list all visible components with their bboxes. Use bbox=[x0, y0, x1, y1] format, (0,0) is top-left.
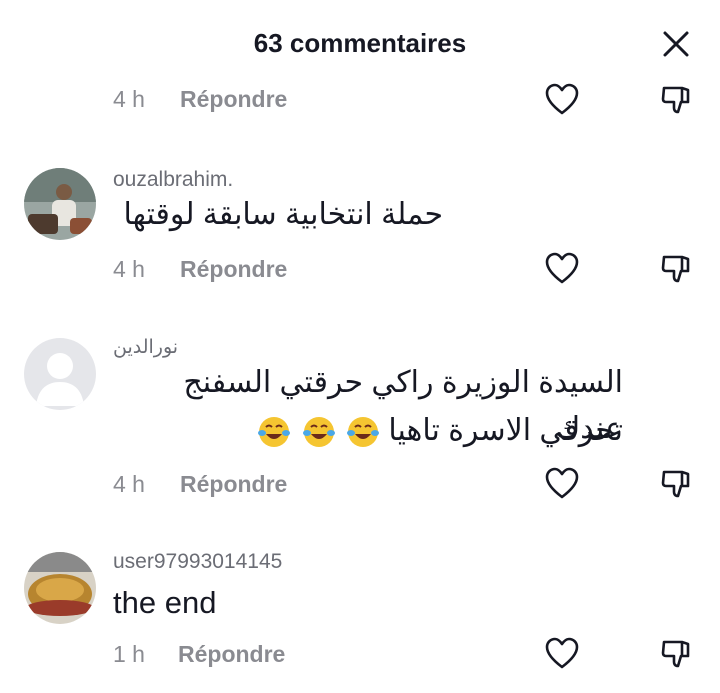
heart-outline-icon[interactable] bbox=[544, 82, 580, 116]
comment-text-line-2: تحرقي الاسرة تاهيا 😂😂😂 bbox=[113, 408, 623, 454]
comments-header: 63 commentaires bbox=[0, 0, 720, 80]
comments-count-title: 63 commentaires bbox=[253, 28, 467, 58]
reply-button[interactable]: Répondre bbox=[178, 641, 285, 668]
avatar[interactable] bbox=[24, 338, 96, 410]
thumbs-down-icon[interactable] bbox=[660, 251, 694, 285]
comment-text: the end bbox=[113, 585, 217, 620]
laughing-emoji-icon bbox=[258, 417, 291, 448]
comment-time: 4 h bbox=[113, 471, 145, 497]
default-avatar-icon bbox=[24, 338, 96, 410]
heart-outline-icon[interactable] bbox=[544, 466, 580, 500]
reply-button[interactable]: Répondre bbox=[180, 471, 287, 498]
user-photo-icon bbox=[24, 168, 96, 240]
comment-text: حملة انتخابية سابقة لوقتها bbox=[123, 198, 443, 231]
thumbs-down-icon[interactable] bbox=[660, 636, 694, 670]
heart-outline-icon[interactable] bbox=[544, 251, 580, 285]
avatar[interactable] bbox=[24, 168, 96, 240]
comment-text-line-2-words: تحرقي الاسرة تاهيا bbox=[388, 414, 623, 447]
comment-username[interactable]: ouzalbrahim. bbox=[113, 168, 233, 192]
laughing-emoji-icon bbox=[302, 417, 335, 448]
comment-time: 1 h bbox=[113, 641, 145, 667]
comment-time: 4 h bbox=[113, 86, 145, 112]
laughing-emoji-group: 😂😂😂 bbox=[255, 414, 380, 448]
avatar[interactable] bbox=[24, 552, 96, 624]
close-button[interactable] bbox=[656, 24, 696, 64]
heart-outline-icon[interactable] bbox=[544, 636, 580, 670]
comment-username[interactable]: نورالدين bbox=[113, 336, 178, 359]
laughing-emoji-icon bbox=[347, 417, 380, 448]
thumbs-down-icon[interactable] bbox=[660, 82, 694, 116]
reply-button[interactable]: Répondre bbox=[180, 86, 287, 113]
comment-time: 4 h bbox=[113, 256, 145, 282]
close-icon bbox=[663, 31, 689, 57]
food-photo-icon bbox=[24, 552, 96, 624]
reply-button[interactable]: Répondre bbox=[180, 256, 287, 283]
comment-username[interactable]: user97993014145 bbox=[113, 550, 282, 574]
thumbs-down-icon[interactable] bbox=[660, 466, 694, 500]
